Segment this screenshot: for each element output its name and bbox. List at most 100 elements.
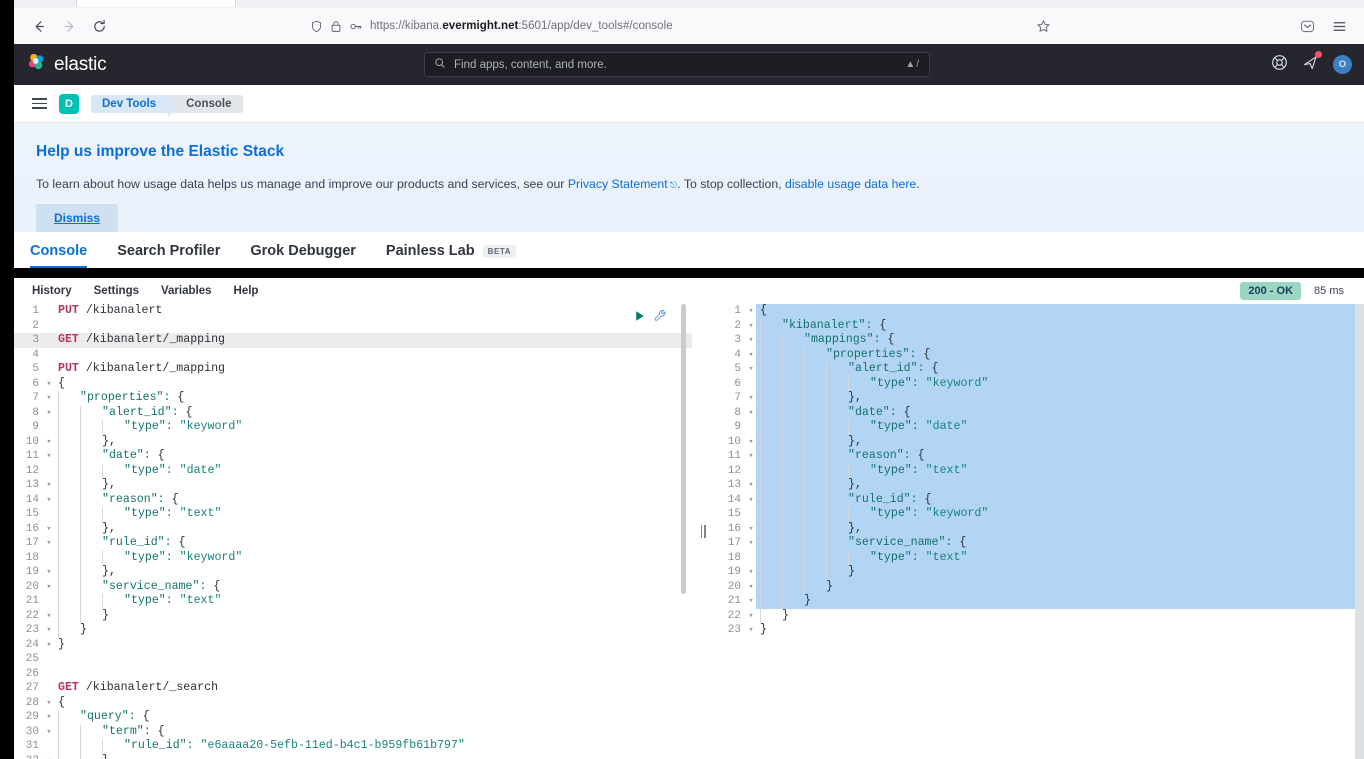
code-line[interactable]: 24 ▾} [14,638,692,653]
code-line[interactable]: 3 GET /kibanalert/_mapping [14,333,692,348]
privacy-statement-link[interactable]: Privacy Statement [568,177,668,191]
star-icon[interactable] [1028,11,1058,41]
global-search[interactable]: Find apps, content, and more. ▲/ [424,52,930,77]
code-line[interactable]: 12 "type": "text" [714,463,1364,479]
fold-marker-icon[interactable] [44,739,54,754]
breadcrumb-item-dev-tools[interactable]: Dev Tools [91,94,178,117]
code-line[interactable]: 20 ▾ "service_name": { [14,579,692,595]
fold-marker-icon[interactable]: ▾ [746,348,756,363]
fold-marker-icon[interactable]: ▾ [746,565,756,580]
fold-marker-icon[interactable] [44,362,54,377]
fold-marker-icon[interactable]: ▾ [746,522,756,537]
response-viewer[interactable]: 1 ▾{2 ▾ "kibanalert": {3 ▾ "mappings": {4 ▾ "pr… [714,304,1364,759]
disable-usage-data-link[interactable]: disable usage data here [785,177,916,191]
code-line[interactable]: 14 ▾ "rule_id": { [714,492,1364,508]
fold-marker-icon[interactable]: ▾ [44,391,54,406]
code-line[interactable]: 6 "type": "keyword" [714,376,1364,391]
breadcrumb-item-console[interactable]: Console [168,94,244,113]
fold-marker-icon[interactable]: ▾ [44,377,54,392]
fold-marker-icon[interactable]: ▾ [746,594,756,609]
menu-item-variables[interactable]: Variables [161,285,212,297]
fold-marker-icon[interactable]: ▾ [44,696,54,711]
code-line[interactable]: 17 ▾ "rule_id": { [14,536,692,551]
fold-marker-icon[interactable] [746,551,756,566]
fold-marker-icon[interactable]: ▾ [746,449,756,464]
fold-marker-icon[interactable]: ▾ [746,406,756,421]
play-triangle-icon[interactable] [634,310,646,327]
tab-console[interactable]: Console [30,243,88,268]
fold-marker-icon[interactable]: ▾ [44,609,54,624]
code-line[interactable]: 8 ▾ "alert_id": { [14,405,692,421]
menu-item-history[interactable]: History [32,285,72,297]
fold-marker-icon[interactable] [44,681,54,696]
fold-marker-icon[interactable] [746,464,756,479]
fold-marker-icon[interactable]: ▾ [44,623,54,638]
code-line[interactable]: 30 ▾ "term": { [14,724,692,740]
code-line[interactable]: 11 ▾ "reason": { [714,449,1364,464]
fold-marker-icon[interactable] [44,594,54,609]
fold-marker-icon[interactable] [746,420,756,435]
menu-item-settings[interactable]: Settings [94,285,139,297]
request-scrollbar-thumb[interactable] [681,304,686,594]
code-line[interactable]: 16 ▾}, [714,521,1364,537]
pane-resizer[interactable] [692,304,714,759]
code-line[interactable]: 26 [14,667,692,682]
code-line[interactable]: 7 ▾ "properties": { [14,391,692,406]
code-line[interactable]: 11 ▾ "date": { [14,449,692,464]
fold-marker-icon[interactable]: ▾ [746,580,756,595]
code-line[interactable]: 10 ▾}, [714,434,1364,450]
fold-marker-icon[interactable]: ▾ [44,406,54,421]
code-line[interactable]: 1 ▾{ [714,304,1364,319]
fold-marker-icon[interactable]: ▾ [44,435,54,450]
code-line[interactable]: 19 ▾} [714,565,1364,580]
code-line[interactable]: 18 "type": "text" [714,550,1364,566]
code-line[interactable]: 27 GET /kibanalert/_search [14,681,692,696]
announcements-icon[interactable] [1302,50,1322,76]
fold-marker-icon[interactable] [44,667,54,682]
browser-tab[interactable] [76,0,236,7]
fold-marker-icon[interactable]: ▾ [746,333,756,348]
side-nav-toggle-icon[interactable] [32,97,47,110]
fold-marker-icon[interactable]: ▾ [44,754,54,759]
code-line[interactable]: 9 "type": "keyword" [14,420,692,435]
code-line[interactable]: 4 ▾ "properties": { [714,347,1364,363]
dismiss-button[interactable]: Dismiss [36,204,119,232]
fold-marker-icon[interactable]: ▾ [746,435,756,450]
code-line[interactable]: 1 PUT /kibanalert [14,304,692,319]
code-line[interactable]: 28 ▾ { [14,696,692,711]
fold-marker-icon[interactable]: ▾ [44,638,54,653]
fold-marker-icon[interactable]: ▾ [44,725,54,740]
code-line[interactable]: 5 ▾ "alert_id": { [714,362,1364,377]
reload-icon[interactable] [84,11,114,41]
code-line[interactable]: 8 ▾ "date": { [714,405,1364,421]
wrench-icon[interactable] [654,309,667,327]
fold-marker-icon[interactable]: ▾ [746,478,756,493]
fold-marker-icon[interactable] [746,507,756,522]
code-line[interactable]: 6 ▾ { [14,377,692,392]
fold-marker-icon[interactable]: ▾ [746,609,756,624]
code-line[interactable]: 31 "rule_id": "e6aaaa20-5efb-11ed-b4c1-b9… [14,739,692,754]
fold-marker-icon[interactable]: ▾ [44,522,54,537]
code-line[interactable]: 2 ▾ "kibanalert": { [714,318,1364,334]
code-line[interactable]: 32▾} [14,753,692,759]
code-line[interactable]: 15 "type": "keyword" [714,507,1364,522]
fold-marker-icon[interactable]: ▾ [746,493,756,508]
address-bar[interactable]: https://kibana.evermight.net:5601/app/de… [124,13,1018,39]
code-line[interactable]: 4 [14,348,692,363]
code-line[interactable]: 22 ▾} [14,608,692,624]
fold-marker-icon[interactable]: ▾ [44,710,54,725]
forward-icon[interactable] [54,11,84,41]
fold-marker-icon[interactable] [44,348,54,363]
help-icon[interactable] [1271,54,1288,76]
fold-marker-icon[interactable]: ▾ [746,319,756,334]
code-line[interactable]: 7 ▾}, [714,391,1364,406]
code-line[interactable]: 21 ▾} [714,594,1364,609]
code-line[interactable]: 21 "type": "text" [14,594,692,609]
pocket-icon[interactable] [1292,11,1322,41]
fold-marker-icon[interactable] [44,319,54,334]
fold-marker-icon[interactable] [44,551,54,566]
fold-marker-icon[interactable]: ▾ [44,478,54,493]
fold-marker-icon[interactable] [44,652,54,667]
fold-marker-icon[interactable]: ▾ [44,580,54,595]
code-line[interactable]: 20 ▾} [714,579,1364,595]
